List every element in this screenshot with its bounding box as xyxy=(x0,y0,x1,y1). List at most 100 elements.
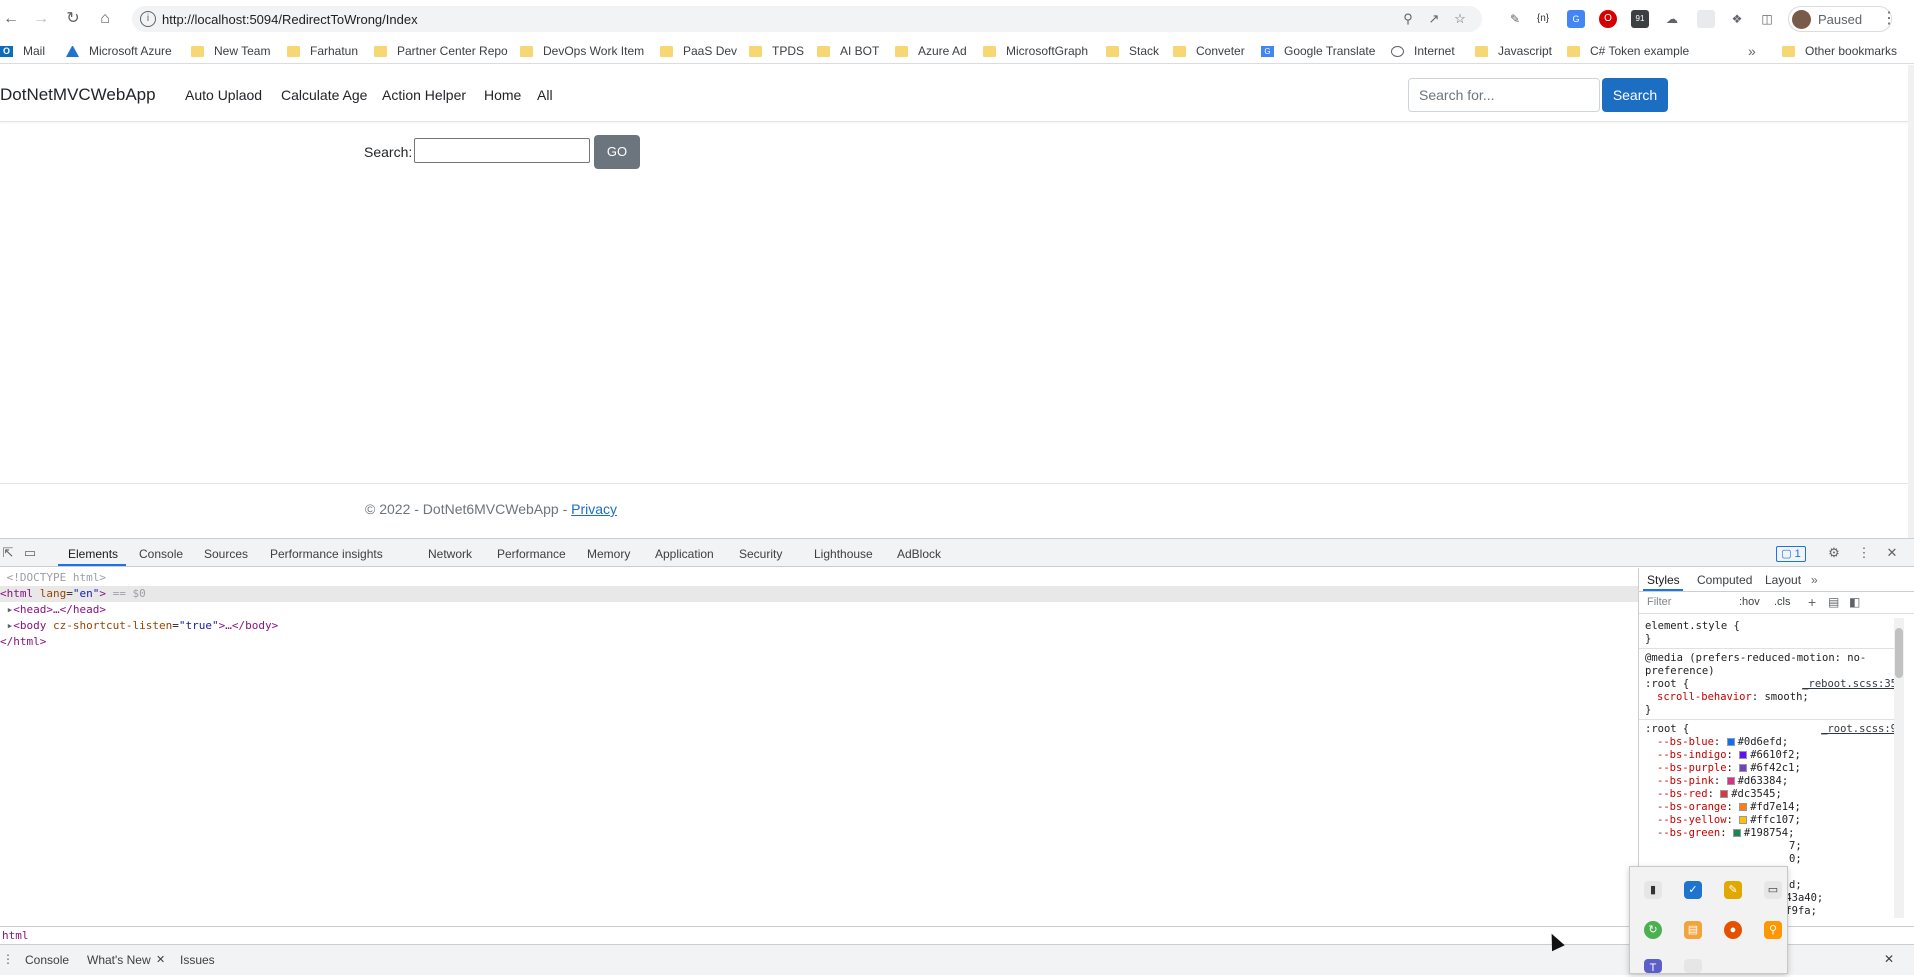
share-icon[interactable]: ↗ xyxy=(1426,11,1442,27)
bookmark-microsoftgraph[interactable]: MicrosoftGraph xyxy=(983,42,1088,60)
html-close-node[interactable]: </html> xyxy=(0,634,1638,650)
tab-lighthouse[interactable]: Lighthouse xyxy=(814,547,873,561)
extensions-puzzle-icon[interactable]: ❖ xyxy=(1728,10,1746,28)
nav-action-helper[interactable]: Action Helper xyxy=(382,87,466,103)
bookmark-azure-ad[interactable]: Azure Ad xyxy=(895,42,967,60)
issues-badge[interactable]: ▢ 1 xyxy=(1776,546,1806,562)
back-icon[interactable]: ← xyxy=(0,8,22,30)
address-bar[interactable]: i http://localhost:5094/RedirectToWrong/… xyxy=(132,6,1482,32)
bookmark-ai-bot[interactable]: AI BOT xyxy=(817,42,879,60)
color-swatch[interactable] xyxy=(1739,751,1748,759)
translate-extension-icon[interactable]: G xyxy=(1567,10,1585,28)
tab-layout[interactable]: Layout xyxy=(1765,573,1801,587)
bookmark-tpds[interactable]: TPDS xyxy=(749,42,804,60)
bookmark-javascript[interactable]: Javascript xyxy=(1475,42,1552,60)
elements-tree[interactable]: <!DOCTYPE html> <html lang="en"> == $0 ▸… xyxy=(0,568,1638,926)
search-input[interactable] xyxy=(414,138,590,163)
folder-sync-icon[interactable]: ▤ xyxy=(1684,921,1702,939)
styles-filter-input[interactable]: Filter xyxy=(1647,596,1671,608)
scroll-behavior-decl[interactable]: scroll-behavior: smooth; xyxy=(1657,691,1809,704)
drawer-tab-console[interactable]: Console xyxy=(25,953,69,967)
tray-app-icon[interactable] xyxy=(1684,959,1702,973)
hover-state-toggle[interactable]: :hov xyxy=(1739,596,1760,608)
settings-gear-icon[interactable]: ⚙ xyxy=(1826,545,1842,561)
go-button[interactable]: GO xyxy=(594,135,640,169)
bookmark-farhatun[interactable]: Farhatun xyxy=(287,42,358,60)
opera-extension-icon[interactable]: O xyxy=(1599,10,1617,28)
reboot-source-link[interactable]: _reboot.scss:35 xyxy=(1802,678,1897,691)
close-tab-icon[interactable]: ✕ xyxy=(156,953,165,966)
reload-icon[interactable]: ↻ xyxy=(62,8,84,30)
star-icon[interactable]: ☆ xyxy=(1452,11,1468,27)
profile-button[interactable]: Paused xyxy=(1788,6,1892,32)
devtools-menu-icon[interactable]: ⋮ xyxy=(1856,545,1872,561)
tab-performance-insights[interactable]: Performance insights xyxy=(270,547,383,561)
drawer-tab-whats-new[interactable]: What's New xyxy=(87,953,151,967)
page-scrollbar[interactable] xyxy=(1908,65,1914,538)
body-node[interactable]: ▸<body cz-shortcut-listen="true">…</body… xyxy=(0,618,1638,634)
css-var-bs-yellow[interactable]: --bs-yellow: #ffc107; xyxy=(1657,814,1801,827)
bookmark-devops-work-item[interactable]: DevOps Work Item xyxy=(520,42,644,60)
bookmark-conveter[interactable]: Conveter xyxy=(1173,42,1245,60)
site-info-icon[interactable]: i xyxy=(140,11,156,27)
blank-extension-icon[interactable] xyxy=(1697,10,1715,28)
bookmark-google-translate[interactable]: G Google Translate xyxy=(1261,42,1375,60)
site-brand[interactable]: DotNetMVCWebApp xyxy=(0,85,156,105)
inspect-element-icon[interactable]: ⇱ xyxy=(0,545,16,561)
tab-performance[interactable]: Performance xyxy=(497,547,566,561)
color-swatch[interactable] xyxy=(1739,803,1748,811)
class-toggle[interactable]: .cls xyxy=(1774,596,1791,608)
close-drawer-icon[interactable]: ✕ xyxy=(1884,952,1894,966)
bookmark-microsoft-azure[interactable]: Microsoft Azure xyxy=(66,42,172,60)
element-style-rule[interactable]: element.style { xyxy=(1645,620,1740,633)
drawer-menu-icon[interactable]: ⋮ xyxy=(2,952,14,966)
color-swatch[interactable] xyxy=(1739,764,1748,772)
color-swatch[interactable] xyxy=(1726,777,1735,785)
styles-scrollbar-thumb[interactable] xyxy=(1895,628,1903,678)
tab-network[interactable]: Network xyxy=(428,547,472,561)
doctype-node[interactable]: <!DOCTYPE html> xyxy=(0,570,1638,586)
root-selector[interactable]: :root {_root.scss:9 xyxy=(1645,723,1905,736)
color-swatch[interactable] xyxy=(1720,790,1729,798)
bookmark-other-bookmarks[interactable]: Other bookmarks xyxy=(1782,42,1897,60)
nav-calculate-age[interactable]: Calculate Age xyxy=(281,87,367,103)
bookmark-partner-center-repo[interactable]: Partner Center Repo xyxy=(374,42,508,60)
device-toolbar-icon[interactable]: ▭ xyxy=(22,545,38,561)
css-var-bs-purple[interactable]: --bs-purple: #6f42c1; xyxy=(1657,762,1801,775)
extension-pen-icon[interactable]: ✎ xyxy=(1506,10,1524,28)
defender-shield-icon[interactable]: ✓ xyxy=(1684,881,1702,899)
search-app-icon[interactable]: ⚲ xyxy=(1764,921,1782,939)
sync-icon[interactable]: ↻ xyxy=(1644,921,1662,939)
close-devtools-icon[interactable]: ✕ xyxy=(1884,545,1900,561)
tab-adblock[interactable]: AdBlock xyxy=(897,547,941,561)
nav-all[interactable]: All xyxy=(537,87,553,103)
more-bookmarks-chevron-icon[interactable]: » xyxy=(1748,42,1756,60)
color-swatch[interactable] xyxy=(1726,738,1735,746)
nav-home[interactable]: Home xyxy=(484,87,521,103)
forward-icon[interactable]: → xyxy=(30,8,52,30)
bookmark-internet[interactable]: Internet xyxy=(1391,42,1455,60)
css-var-bs-pink[interactable]: --bs-pink: #d63384; xyxy=(1657,775,1788,788)
html-node[interactable]: <html lang="en"> == $0 xyxy=(0,586,1638,602)
tab-sources[interactable]: Sources xyxy=(204,547,248,561)
paint-icon[interactable]: ▤ xyxy=(1828,595,1839,609)
css-var-bs-orange[interactable]: --bs-orange: #fd7e14; xyxy=(1657,801,1801,814)
bookmark-paas-dev[interactable]: PaaS Dev xyxy=(660,42,737,60)
more-tabs-chevron-icon[interactable]: » xyxy=(1811,573,1818,587)
navbar-search-button[interactable]: Search xyxy=(1602,78,1668,112)
toggle-sidebar-icon[interactable]: ◧ xyxy=(1849,595,1860,609)
css-var-bs-indigo[interactable]: --bs-indigo: #6610f2; xyxy=(1657,749,1801,762)
teams-icon[interactable]: T xyxy=(1644,959,1662,974)
tab-computed[interactable]: Computed xyxy=(1697,573,1752,587)
root-selector[interactable]: :root {_reboot.scss:35 xyxy=(1645,678,1905,691)
tab-memory[interactable]: Memory xyxy=(587,547,630,561)
url-text[interactable]: http://localhost:5094/RedirectToWrong/In… xyxy=(162,12,418,27)
tab-application[interactable]: Application xyxy=(655,547,714,561)
bookmark-mail[interactable]: O Mail xyxy=(0,42,45,60)
nav-auto-uplaod[interactable]: Auto Uplaod xyxy=(185,87,262,103)
usb-device-icon[interactable]: ▮ xyxy=(1644,881,1662,899)
drawer-tab-issues[interactable]: Issues xyxy=(180,953,215,967)
zoom-icon[interactable]: ⚲ xyxy=(1400,11,1416,27)
css-var-bs-blue[interactable]: --bs-blue: #0d6efd; xyxy=(1657,736,1788,749)
color-swatch[interactable] xyxy=(1739,816,1748,824)
